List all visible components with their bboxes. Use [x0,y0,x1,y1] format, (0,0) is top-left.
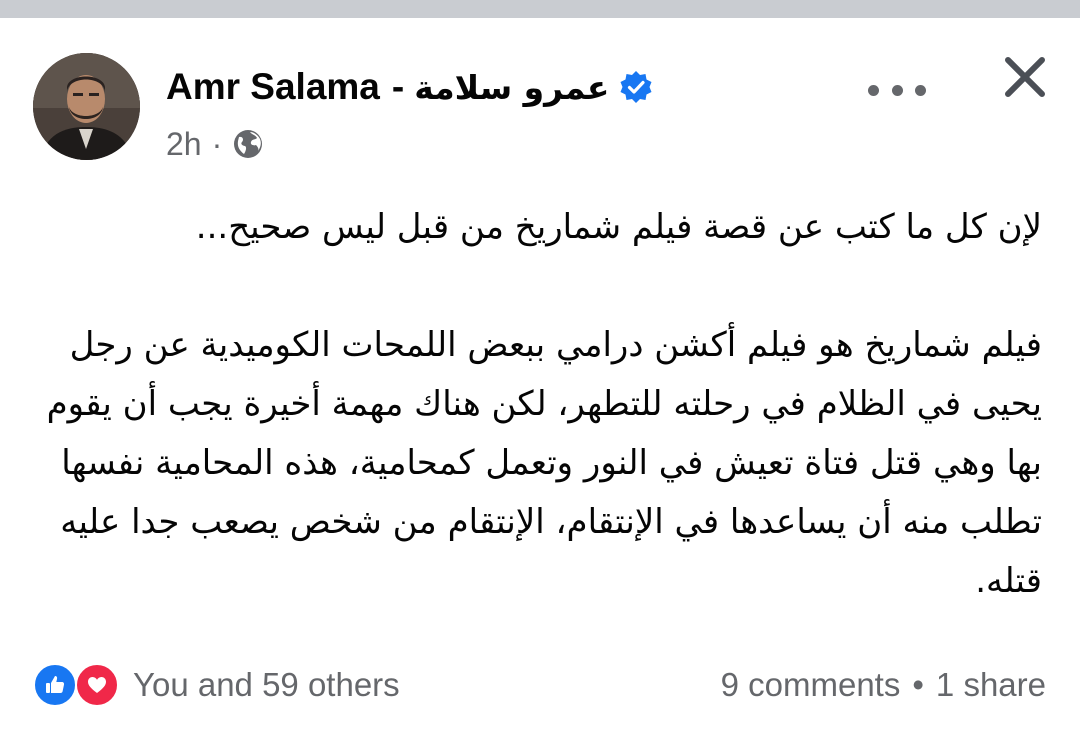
verified-badge-icon [619,70,653,104]
more-dot [868,84,879,96]
reactions-count-text[interactable]: You and 59 others [133,666,400,704]
globe-icon[interactable] [232,128,264,160]
top-divider-bar [0,0,1080,18]
reaction-icons [33,663,123,707]
close-icon[interactable] [1000,52,1050,102]
post-paragraph: لإن كل ما كتب عن قصة فيلم شماريخ من قبل … [195,207,1042,247]
author-name-ar[interactable]: عمرو سلامة [414,68,609,107]
avatar-photo [33,53,140,160]
reactions-summary[interactable]: You and 59 others [33,663,400,707]
stats-separator: • [912,666,924,703]
post-paragraph: فيلم شماريخ هو فيلم أكشن درامي ببعض اللم… [46,325,1042,601]
more-dot [891,84,903,96]
love-icon [75,663,119,707]
post-timestamp[interactable]: 2h [166,126,202,163]
name-separator: - [391,66,405,107]
shares-count-link[interactable]: 1 share [936,666,1046,704]
more-dot [915,84,926,96]
more-options-icon[interactable] [868,70,926,110]
like-icon [33,663,77,707]
author-name[interactable]: Amr Salama - عمرو سلامة [166,62,653,112]
post-meta: 2h · [166,124,264,164]
avatar[interactable] [33,53,140,160]
engagement-stats: 9 comments • 1 share [721,663,1046,707]
meta-dot: · [211,125,223,162]
post-body: لإن كل ما كتب عن قصة فيلم شماريخ من قبل … [42,198,1042,611]
author-name-en[interactable]: Amr Salama [166,66,380,108]
comments-count-link[interactable]: 9 comments [721,666,901,704]
post-card: Amr Salama - عمرو سلامة 2h · لإن كل ما ك… [0,18,1080,738]
